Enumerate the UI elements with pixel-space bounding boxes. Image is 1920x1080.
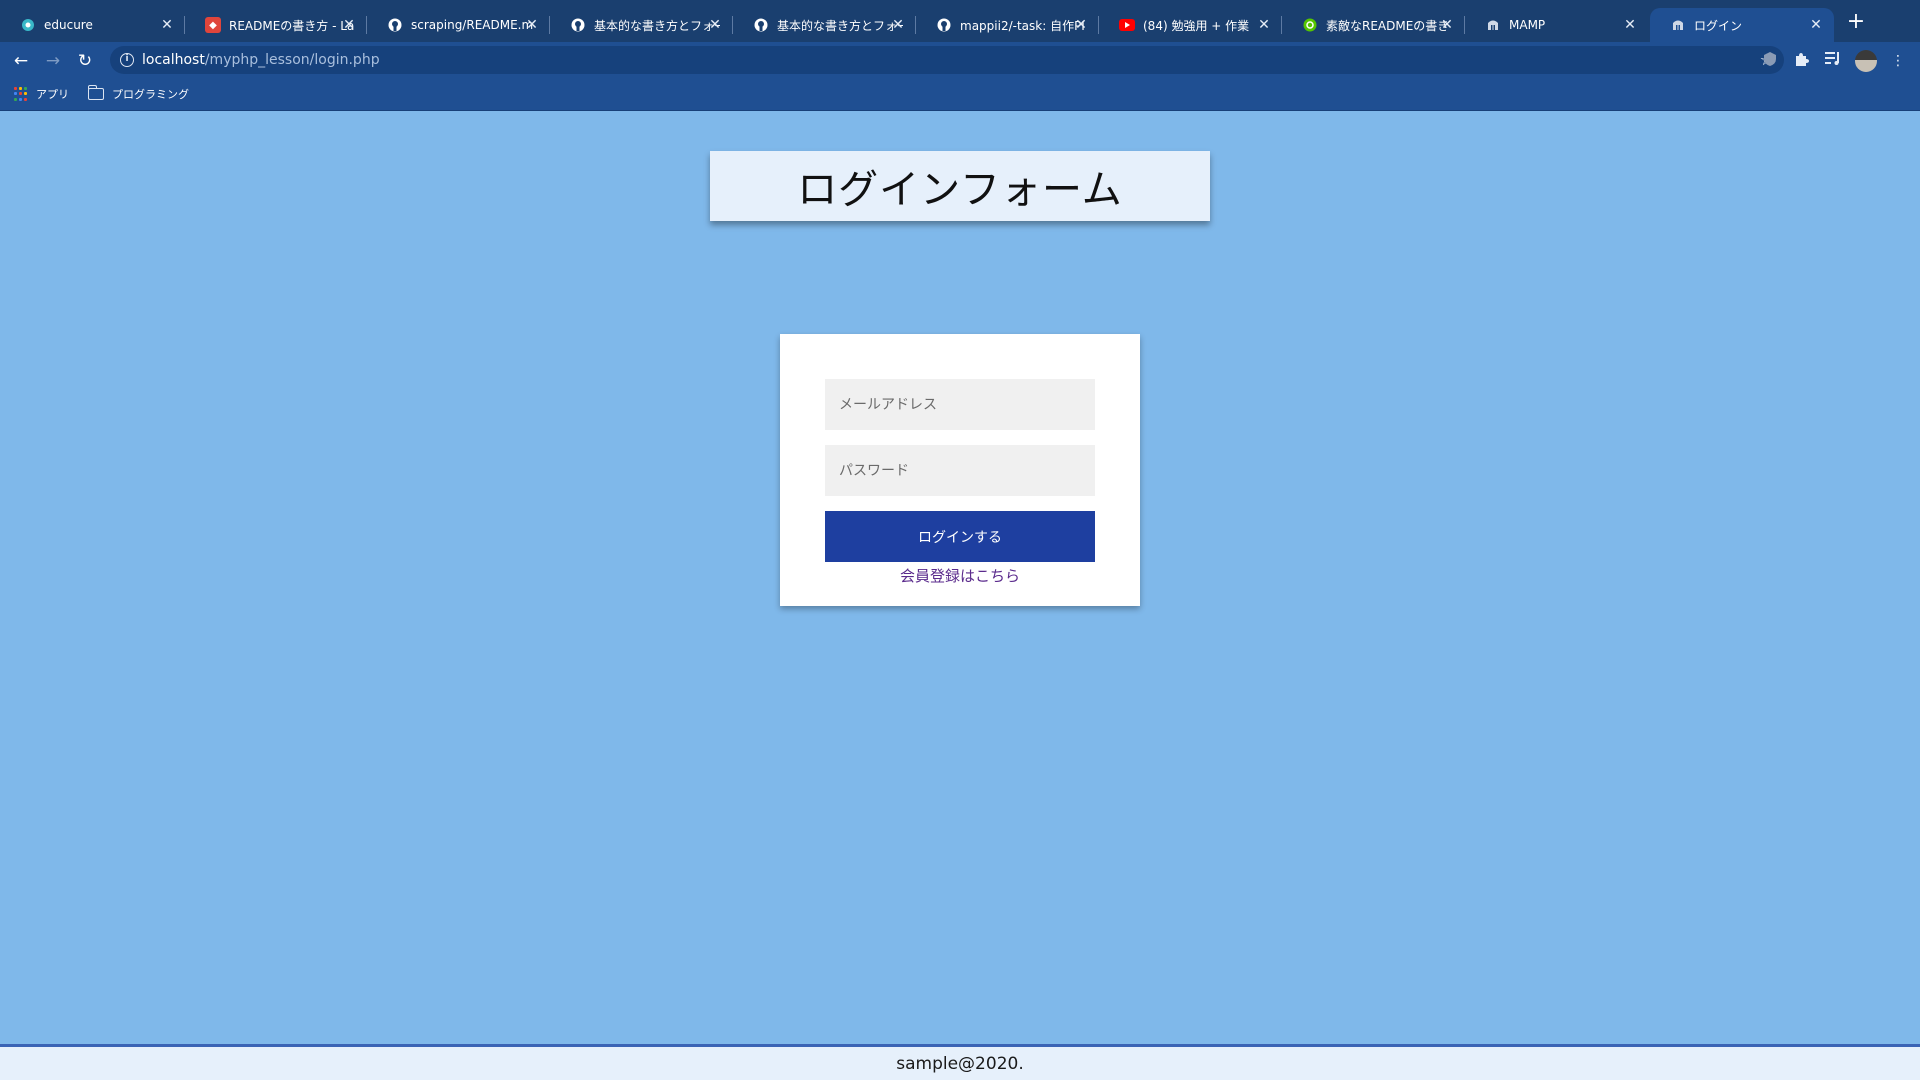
- page-content: ログインフォーム ログインする 会員登録はこちら: [0, 111, 1920, 1044]
- reading-list-icon[interactable]: [1823, 51, 1843, 71]
- page-footer: sample@2020.: [0, 1044, 1920, 1080]
- close-icon[interactable]: ✕: [707, 17, 723, 33]
- reload-icon[interactable]: ↻: [74, 50, 96, 72]
- browser-tab[interactable]: scraping/README.m ✕: [367, 8, 550, 42]
- extension-shield-icon[interactable]: [1760, 51, 1780, 71]
- address-url[interactable]: localhost/myphp_lesson/login.php: [142, 52, 380, 68]
- bookmark-apps[interactable]: アプリ: [14, 86, 69, 102]
- url-host: localhost: [142, 52, 205, 68]
- browser-tab[interactable]: 基本的な書き方とフォー ✕: [550, 8, 733, 42]
- tab-title: (84) 勉強用 + 作業: [1143, 18, 1250, 33]
- page-title: ログインフォーム: [797, 167, 1123, 213]
- bookmark-folder-programming[interactable]: プログラミング: [88, 85, 189, 102]
- site-info-icon[interactable]: i: [120, 53, 134, 67]
- back-arrow-icon[interactable]: ←: [10, 50, 32, 72]
- github-favicon-icon: [570, 17, 586, 33]
- github-favicon-icon: [936, 17, 952, 33]
- github-favicon-icon: [387, 17, 403, 33]
- bookmarks-bar: アプリ プログラミング: [0, 78, 1920, 111]
- browser-tab-strip: educure ✕ ◆ READMEの書き方 - La ✕ scraping/R…: [0, 0, 1920, 42]
- browser-tab[interactable]: educure ✕: [0, 8, 185, 42]
- tab-title: mappii2/-task: 自作PI: [960, 18, 1085, 33]
- browser-tab[interactable]: MAMP ✕: [1465, 8, 1648, 42]
- youtube-favicon-icon: [1119, 17, 1135, 33]
- address-bar[interactable]: i localhost/myphp_lesson/login.php ☆: [110, 46, 1784, 74]
- browser-tab[interactable]: ◆ READMEの書き方 - La ✕: [185, 8, 367, 42]
- password-field[interactable]: [825, 445, 1095, 496]
- close-icon[interactable]: ✕: [1808, 17, 1824, 33]
- browser-tab[interactable]: 基本的な書き方とフォー ✕: [733, 8, 916, 42]
- register-link[interactable]: 会員登録はこちら: [780, 565, 1140, 586]
- extensions-puzzle-icon[interactable]: [1791, 51, 1811, 71]
- mamp-favicon-icon: [1485, 17, 1501, 33]
- browser-tab[interactable]: mappii2/-task: 自作PI ✕: [916, 8, 1099, 42]
- login-form: ログインする 会員登録はこちら: [780, 334, 1140, 606]
- email-field[interactable]: [825, 379, 1095, 430]
- close-icon[interactable]: ✕: [890, 17, 906, 33]
- close-icon[interactable]: ✕: [1073, 17, 1089, 33]
- menu-kebab-icon[interactable]: ⋮: [1888, 51, 1908, 71]
- url-path: /myphp_lesson/login.php: [204, 52, 380, 68]
- profile-avatar[interactable]: [1855, 50, 1877, 72]
- login-button[interactable]: ログインする: [825, 511, 1095, 562]
- new-tab-icon[interactable]: +: [1846, 11, 1866, 33]
- folder-icon: [88, 85, 104, 100]
- tab-title: 基本的な書き方とフォー: [777, 18, 903, 33]
- browser-toolbar: ← → ↻ i localhost/myphp_lesson/login.php…: [0, 42, 1920, 78]
- tab-title: MAMP: [1509, 18, 1546, 32]
- close-icon[interactable]: ✕: [341, 17, 357, 33]
- tab-title: scraping/README.m: [411, 18, 534, 32]
- bookmark-label: アプリ: [36, 88, 69, 101]
- tab-title: ログイン: [1694, 18, 1743, 33]
- tab-title: 基本的な書き方とフォー: [594, 18, 720, 33]
- browser-tab-active[interactable]: ログイン ✕: [1650, 8, 1834, 42]
- forward-arrow-icon[interactable]: →: [42, 50, 64, 72]
- bookmark-label: プログラミング: [112, 88, 189, 101]
- apps-grid-icon: [14, 87, 28, 101]
- close-icon[interactable]: ✕: [1256, 17, 1272, 33]
- close-icon[interactable]: ✕: [1439, 17, 1455, 33]
- github-favicon-icon: [753, 17, 769, 33]
- educure-favicon-icon: [20, 17, 36, 33]
- qiita-favicon-icon: [1302, 17, 1318, 33]
- browser-tab[interactable]: 素敵なREADMEの書き ✕: [1282, 8, 1465, 42]
- globe-favicon-icon: [1670, 17, 1686, 33]
- close-icon[interactable]: ✕: [159, 17, 175, 33]
- tab-title: READMEの書き方 - La: [229, 18, 355, 33]
- page-title-box: ログインフォーム: [710, 151, 1210, 221]
- close-icon[interactable]: ✕: [1622, 17, 1638, 33]
- tab-title: 素敵なREADMEの書き: [1326, 18, 1450, 33]
- tab-title: educure: [44, 18, 93, 32]
- footer-text: sample@2020.: [896, 1053, 1024, 1074]
- laravel-favicon-icon: ◆: [205, 17, 221, 33]
- close-icon[interactable]: ✕: [524, 17, 540, 33]
- browser-tab[interactable]: (84) 勉強用 + 作業 ✕: [1099, 8, 1282, 42]
